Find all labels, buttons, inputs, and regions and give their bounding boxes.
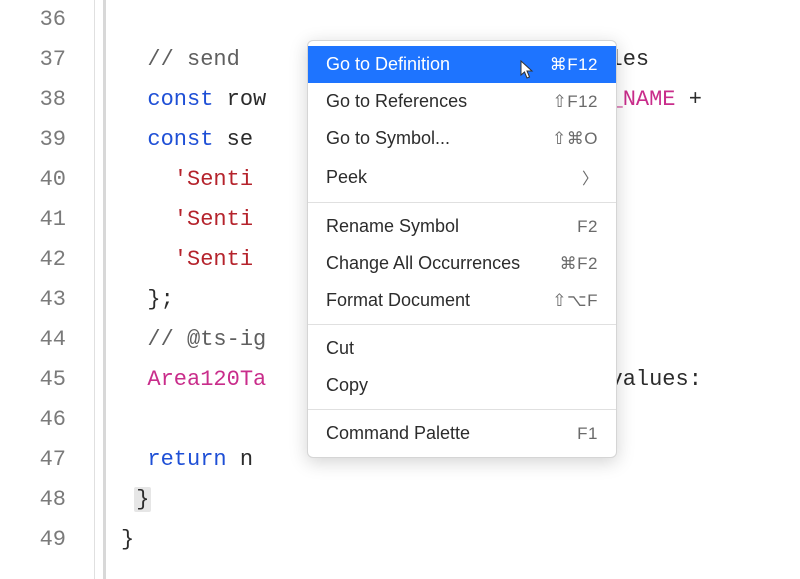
line-number: 42: [0, 240, 94, 280]
call-token: Area120Ta: [147, 367, 266, 392]
menu-item-rename-symbol[interactable]: Rename Symbol F2: [308, 208, 616, 245]
identifier-token: n: [227, 447, 253, 472]
menu-separator: [308, 324, 616, 325]
code-line: [121, 0, 800, 40]
line-number: 40: [0, 160, 94, 200]
menu-item-cut[interactable]: Cut: [308, 330, 616, 367]
menu-item-shortcut: ⇧⌘O: [552, 129, 598, 149]
line-number: 43: [0, 280, 94, 320]
menu-item-shortcut: ⌘F2: [560, 254, 598, 274]
line-number: 45: [0, 360, 94, 400]
menu-item-label: Format Document: [326, 290, 470, 311]
identifier-token: row: [213, 87, 266, 112]
menu-item-change-all-occurrences[interactable]: Change All Occurrences ⌘F2: [308, 245, 616, 282]
menu-item-format-document[interactable]: Format Document ⇧⌥F: [308, 282, 616, 319]
line-number: 44: [0, 320, 94, 360]
menu-item-peek[interactable]: Peek 〉: [308, 157, 616, 197]
menu-item-label: Change All Occurrences: [326, 253, 520, 274]
menu-item-go-to-definition[interactable]: Go to Definition ⌘F12: [308, 46, 616, 83]
code-line: }: [121, 480, 800, 520]
menu-item-label: Peek: [326, 167, 367, 188]
line-number-gutter: 36 37 38 39 40 41 42 43 44 45 46 47 48 4…: [0, 0, 95, 579]
menu-item-go-to-symbol[interactable]: Go to Symbol... ⇧⌘O: [308, 120, 616, 157]
line-number: 38: [0, 80, 94, 120]
menu-separator: [308, 202, 616, 203]
line-number: 49: [0, 520, 94, 560]
line-number: 37: [0, 40, 94, 80]
context-menu: Go to Definition ⌘F12 Go to References ⇧…: [307, 40, 617, 458]
line-number: 39: [0, 120, 94, 160]
menu-item-label: Rename Symbol: [326, 216, 459, 237]
matching-brace: }: [134, 487, 151, 512]
menu-item-label: Go to Symbol...: [326, 128, 450, 149]
code-token: }: [121, 527, 134, 552]
line-number: 48: [0, 480, 94, 520]
code-line: }: [121, 520, 800, 560]
line-number: 46: [0, 400, 94, 440]
menu-item-label: Go to Definition: [326, 54, 450, 75]
menu-item-shortcut: ⇧⌥F: [552, 291, 598, 311]
menu-item-label: Copy: [326, 375, 368, 396]
string-token: 'Senti: [174, 207, 253, 232]
menu-item-shortcut: F1: [577, 424, 598, 444]
menu-item-shortcut: ⇧F12: [552, 92, 598, 112]
keyword-token: const: [147, 127, 213, 152]
chevron-right-icon: 〉: [582, 165, 598, 189]
menu-item-shortcut: ⌘F12: [550, 55, 598, 75]
menu-item-shortcut: F2: [577, 217, 598, 237]
menu-item-copy[interactable]: Copy: [308, 367, 616, 404]
menu-item-label: Go to References: [326, 91, 467, 112]
string-token: 'Senti: [174, 167, 253, 192]
line-number: 41: [0, 200, 94, 240]
punctuation-token: +: [676, 87, 702, 112]
menu-item-command-palette[interactable]: Command Palette F1: [308, 415, 616, 452]
menu-item-label: Cut: [326, 338, 354, 359]
line-number: 47: [0, 440, 94, 480]
menu-item-label: Command Palette: [326, 423, 470, 444]
line-number: 36: [0, 0, 94, 40]
keyword-token: const: [147, 87, 213, 112]
comment-token: // send: [147, 47, 253, 72]
keyword-token: return: [147, 447, 226, 472]
string-token: 'Senti: [174, 247, 253, 272]
comment-token: // @ts-ig: [147, 327, 266, 352]
code-token: };: [147, 287, 173, 312]
menu-separator: [308, 409, 616, 410]
menu-item-go-to-references[interactable]: Go to References ⇧F12: [308, 83, 616, 120]
identifier-token: se: [213, 127, 253, 152]
